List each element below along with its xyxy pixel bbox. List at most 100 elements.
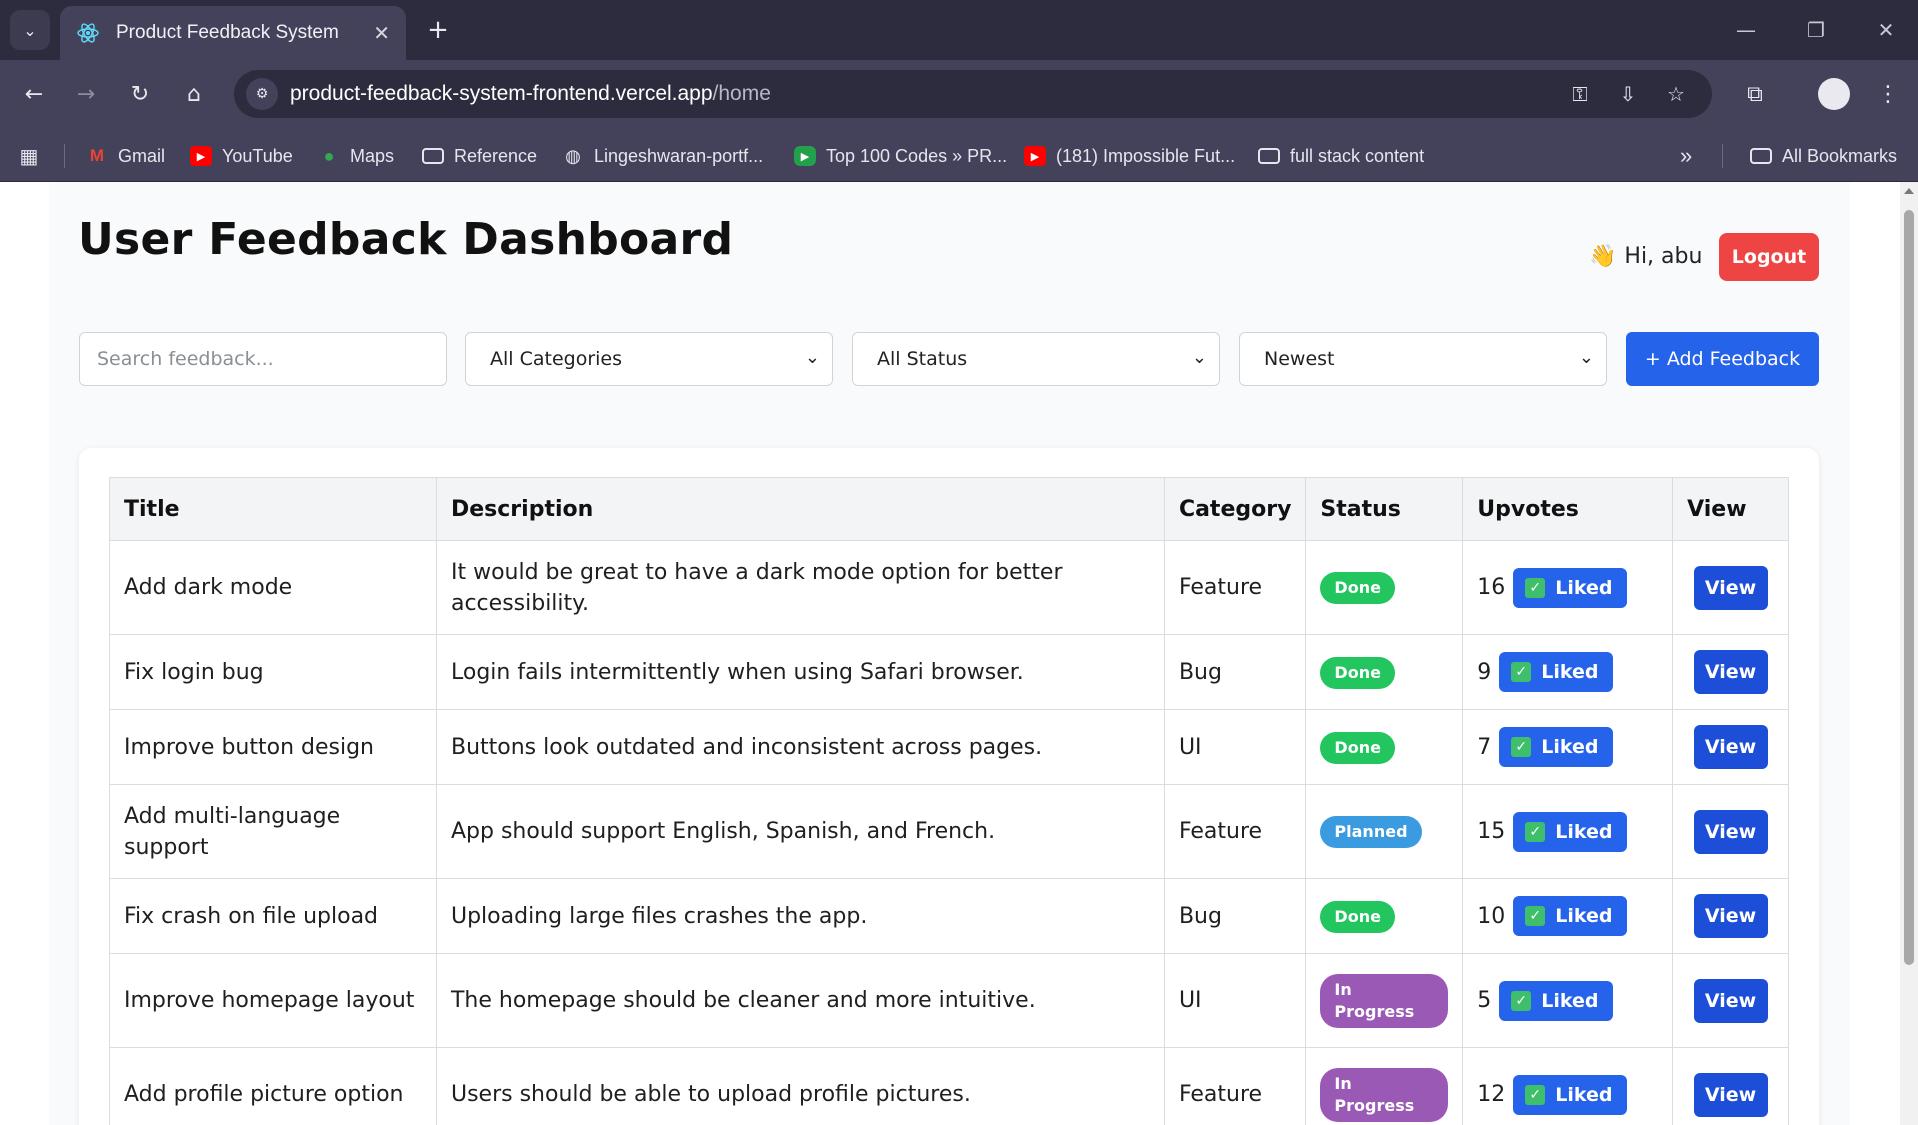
- bookmark-gmail[interactable]: M Gmail: [86, 142, 165, 170]
- liked-button[interactable]: ✓ Liked: [1513, 811, 1627, 852]
- liked-button[interactable]: ✓ Liked: [1499, 727, 1613, 767]
- status-badge: Planned: [1320, 816, 1422, 848]
- view-button[interactable]: View: [1693, 565, 1768, 610]
- cell-description: The homepage should be cleaner and more …: [435, 953, 1165, 1048]
- view-button[interactable]: View: [1693, 725, 1768, 769]
- cell-title: Improve homepage layout: [109, 953, 437, 1048]
- bookmark-youtube[interactable]: ▶ YouTube: [190, 142, 293, 170]
- all-bookmarks-label: All Bookmarks: [1782, 145, 1898, 166]
- table-row: Improve button design Buttons look outdat…: [109, 709, 1789, 785]
- search-input[interactable]: [79, 332, 447, 386]
- category-select[interactable]: All Categories ⌄: [465, 332, 833, 386]
- feedback-table-card: Title Description Category Status Upvote…: [79, 448, 1819, 1125]
- tab-title: Product Feedback System: [116, 22, 339, 43]
- cell-title: Add profile picture option: [109, 1047, 437, 1125]
- bookmark-reference[interactable]: Reference: [422, 142, 537, 170]
- tab-close-icon[interactable]: ✕: [373, 21, 390, 45]
- page-scrollbar[interactable]: [1900, 182, 1918, 1125]
- column-header-category[interactable]: Category: [1163, 477, 1307, 541]
- status-select[interactable]: All Status ⌄: [852, 332, 1220, 386]
- cell-title: Improve button design: [109, 709, 437, 785]
- cell-upvotes: 10 ✓ Liked: [1462, 878, 1674, 954]
- cell-category: UI: [1163, 709, 1307, 785]
- tab-search-chevron-icon[interactable]: ⌄: [10, 10, 50, 50]
- install-app-icon[interactable]: ⇩: [1612, 78, 1644, 110]
- column-header-title[interactable]: Title: [109, 477, 437, 541]
- liked-label: Liked: [1555, 576, 1613, 599]
- view-button[interactable]: View: [1693, 809, 1768, 854]
- liked-button[interactable]: ✓ Liked: [1513, 1074, 1627, 1115]
- reload-icon[interactable]: ↻: [120, 74, 160, 114]
- react-favicon-icon: [77, 23, 99, 43]
- liked-label: Liked: [1541, 989, 1599, 1012]
- view-button[interactable]: View: [1693, 894, 1768, 938]
- cell-category: UI: [1163, 953, 1307, 1048]
- home-icon[interactable]: ⌂: [174, 74, 214, 114]
- restore-icon[interactable]: ❐: [1796, 10, 1836, 50]
- cell-view: View: [1672, 878, 1789, 954]
- bookmark-label: YouTube: [222, 145, 293, 166]
- column-header-status[interactable]: Status: [1305, 477, 1464, 541]
- check-mark-icon: ✓: [1525, 906, 1546, 926]
- cell-upvotes: 7 ✓ Liked: [1462, 709, 1674, 785]
- youtube-icon: ▶: [190, 146, 212, 166]
- view-button[interactable]: View: [1693, 1072, 1768, 1117]
- chevron-down-icon: ⌄: [1578, 347, 1594, 368]
- cell-status: In Progress: [1305, 953, 1464, 1048]
- liked-label: Liked: [1555, 820, 1613, 843]
- column-header-view[interactable]: View: [1672, 477, 1789, 541]
- scrollbar-thumb[interactable]: [1904, 210, 1914, 965]
- new-tab-plus-icon[interactable]: +: [420, 12, 456, 48]
- sort-select[interactable]: Newest ⌄: [1239, 332, 1607, 386]
- chevron-down-icon: ⌄: [804, 347, 820, 368]
- cell-title: Add dark mode: [109, 540, 437, 635]
- view-button[interactable]: View: [1693, 978, 1768, 1023]
- cell-status: Done: [1305, 878, 1464, 954]
- shield-icon: ▶: [794, 146, 816, 166]
- logout-button[interactable]: Logout: [1719, 233, 1819, 281]
- apps-grid-icon[interactable]: ▦: [18, 142, 50, 170]
- liked-label: Liked: [1541, 661, 1599, 683]
- check-mark-icon: ✓: [1511, 990, 1532, 1011]
- cell-status: Done: [1305, 634, 1464, 710]
- profile-avatar[interactable]: [1818, 78, 1850, 110]
- status-badge: In Progress: [1320, 1067, 1449, 1122]
- bookmark-fullstack[interactable]: full stack content: [1258, 142, 1424, 170]
- address-bar[interactable]: ⚙ product-feedback-system-frontend.verce…: [234, 70, 1712, 118]
- bookmarks-divider: [1722, 144, 1723, 168]
- chevron-down-icon: ⌄: [1191, 347, 1207, 368]
- globe-icon: ◍: [565, 145, 581, 166]
- menu-kebab-icon[interactable]: ⋮: [1868, 74, 1908, 114]
- window-close-icon[interactable]: ✕: [1866, 10, 1906, 50]
- column-header-upvotes[interactable]: Upvotes: [1462, 477, 1674, 541]
- cell-upvotes: 5 ✓ Liked: [1462, 953, 1674, 1048]
- liked-button[interactable]: ✓ Liked: [1499, 652, 1613, 692]
- add-feedback-button[interactable]: + Add Feedback: [1626, 332, 1819, 386]
- liked-button[interactable]: ✓ Liked: [1499, 980, 1613, 1021]
- view-button[interactable]: View: [1693, 650, 1768, 694]
- back-arrow-icon[interactable]: ←: [14, 74, 54, 114]
- scroll-up-arrow-icon[interactable]: [1904, 188, 1914, 194]
- site-settings-icon[interactable]: ⚙: [246, 78, 278, 110]
- liked-label: Liked: [1541, 736, 1599, 758]
- forward-arrow-icon[interactable]: →: [66, 74, 106, 114]
- bookmark-maps[interactable]: ● Maps: [318, 142, 394, 170]
- category-select-value: All Categories: [490, 348, 623, 370]
- browser-tab-active[interactable]: Product Feedback System ✕: [60, 6, 406, 60]
- column-header-description[interactable]: Description: [435, 477, 1165, 541]
- bookmark-portfolio[interactable]: ◍ Lingeshwaran-portf...: [562, 142, 763, 170]
- bookmark-impossible[interactable]: ▶ (181) Impossible Fut...: [1024, 142, 1235, 170]
- liked-button[interactable]: ✓ Liked: [1513, 896, 1627, 936]
- liked-button[interactable]: ✓ Liked: [1513, 567, 1627, 608]
- extensions-puzzle-icon[interactable]: ⧉: [1735, 74, 1775, 114]
- cell-view: View: [1672, 784, 1789, 879]
- cell-category: Bug: [1163, 634, 1307, 710]
- all-bookmarks[interactable]: All Bookmarks: [1750, 142, 1897, 170]
- upvote-count: 16: [1477, 575, 1506, 600]
- minimize-icon[interactable]: —: [1726, 10, 1766, 50]
- cell-view: View: [1672, 1047, 1789, 1125]
- more-bookmarks-chevron-icon[interactable]: »: [1680, 142, 1692, 170]
- bookmark-top100[interactable]: ▶ Top 100 Codes » PR...: [794, 142, 1007, 170]
- password-key-icon[interactable]: ⚿: [1564, 78, 1596, 110]
- bookmark-star-icon[interactable]: ☆: [1660, 78, 1692, 110]
